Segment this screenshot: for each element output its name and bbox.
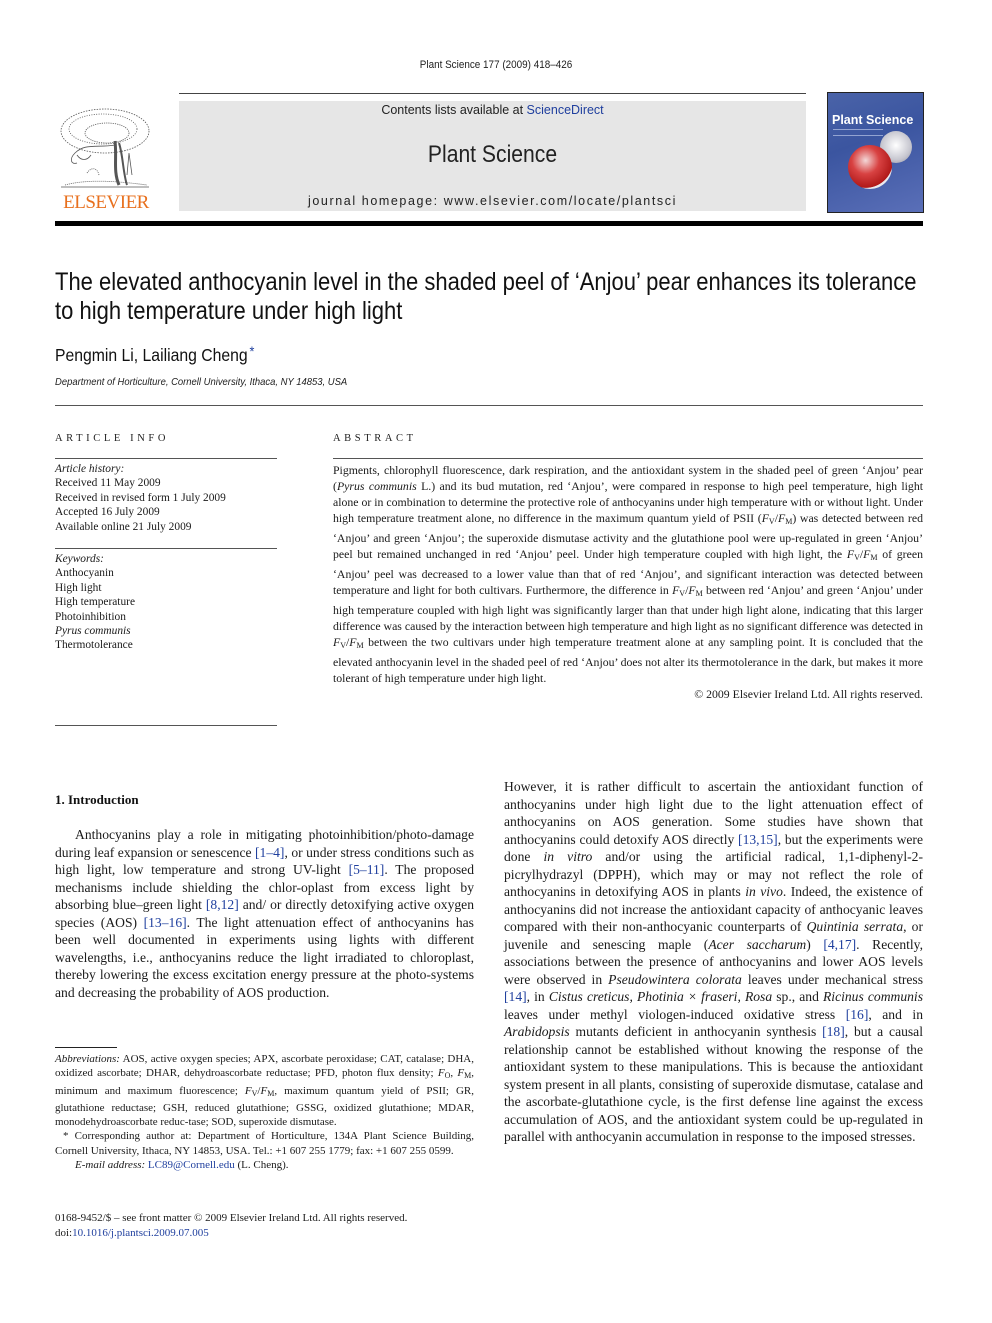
history-online: Available online 21 July 2009 xyxy=(55,520,192,533)
email-link[interactable]: LC89@Cornell.edu xyxy=(148,1159,235,1171)
history-revised: Received in revised form 1 July 2009 xyxy=(55,491,226,504)
citation-link[interactable]: [1–4] xyxy=(255,845,284,860)
issn-line: 0168-9452/$ – see front matter © 2009 El… xyxy=(55,1212,408,1224)
keyword: Thermotolerance xyxy=(55,639,133,652)
history-label: Article history: xyxy=(55,463,125,475)
cover-fruit-red xyxy=(848,145,892,189)
email-footnote: E-mail address: LC89@Cornell.edu (L. Che… xyxy=(75,1159,289,1172)
journal-name: Plant Science xyxy=(427,141,558,168)
doi-link[interactable]: 10.1016/j.plantsci.2009.07.005 xyxy=(72,1227,209,1239)
keyword: Pyrus communis xyxy=(55,625,131,638)
keywords: Keywords: Anthocyanin High light High te… xyxy=(55,552,277,653)
keyword: High temperature xyxy=(55,596,136,609)
keywords-rule xyxy=(55,548,277,549)
author-names: Pengmin Li, Lailiang Cheng xyxy=(55,345,248,365)
citation-link[interactable]: [18] xyxy=(822,1024,845,1039)
article-info-rule xyxy=(55,458,277,459)
citation-link[interactable]: [13,15] xyxy=(738,832,778,847)
keyword: Photoinhibition xyxy=(55,610,126,623)
keywords-label: Keywords: xyxy=(55,553,104,565)
authors: Pengmin Li, Lailiang Cheng * xyxy=(55,343,254,366)
sciencedirect-link[interactable]: ScienceDirect xyxy=(527,103,604,117)
intro-column-right: However, it is rather difficult to ascer… xyxy=(504,779,923,1144)
keyword: High light xyxy=(55,581,102,594)
section-heading-introduction: 1. Introduction xyxy=(55,792,139,807)
elsevier-wordmark: ELSEVIER xyxy=(63,192,149,213)
journal-homepage[interactable]: journal homepage: www.elsevier.com/locat… xyxy=(179,194,806,208)
keyword: Anthocyanin xyxy=(55,567,114,580)
abstract-heading: ABSTRACT xyxy=(333,433,417,444)
journal-cover-image[interactable]: Plant Science xyxy=(827,92,924,213)
citation-link[interactable]: [8,12] xyxy=(206,897,239,912)
intro-column-left: Anthocyanins play a role in mitigating p… xyxy=(55,827,474,1000)
running-head: Plant Science 177 (2009) 418–426 xyxy=(419,59,573,71)
affiliation-rule xyxy=(55,405,923,406)
header-rule xyxy=(179,93,806,94)
elsevier-tree-icon xyxy=(60,108,150,188)
citation-link[interactable]: [16] xyxy=(846,1007,869,1022)
cover-subtitle xyxy=(833,129,883,136)
history-received: Received 11 May 2009 xyxy=(55,477,161,490)
abstract-rule xyxy=(333,458,923,459)
citation-link[interactable]: [14] xyxy=(504,989,527,1004)
citation-link[interactable]: [5–11] xyxy=(349,862,385,877)
history-accepted: Accepted 16 July 2009 xyxy=(55,506,160,519)
footnotes: Abbreviations: AOS, active oxygen specie… xyxy=(55,1052,474,1172)
contents-line: Contents lists available at ScienceDirec… xyxy=(179,103,806,117)
article-history: Article history: Received 11 May 2009 Re… xyxy=(55,462,277,534)
article-info-heading: ARTICLE INFO xyxy=(55,433,170,444)
abstract-copyright: © 2009 Elsevier Ireland Ltd. All rights … xyxy=(694,687,923,701)
citation-link[interactable]: [4,17] xyxy=(823,937,856,952)
corresponding-author-marker[interactable]: * xyxy=(249,343,254,359)
corresponding-author-footnote: * Corresponding author at: Department of… xyxy=(55,1130,474,1157)
footnote-rule xyxy=(55,1047,117,1048)
cover-title: Plant Science xyxy=(832,113,914,127)
doi-line: doi:10.1016/j.plantsci.2009.07.005 xyxy=(55,1227,209,1239)
elsevier-logo[interactable]: ELSEVIER xyxy=(55,103,157,213)
contents-prefix: Contents lists available at xyxy=(381,103,527,117)
article-info-bottom-rule xyxy=(55,725,277,726)
header-thick-rule xyxy=(55,221,923,226)
journal-banner: Contents lists available at ScienceDirec… xyxy=(179,101,806,211)
abstract-text: Pigments, chlorophyll fluorescence, dark… xyxy=(333,463,924,701)
article-title: The elevated anthocyanin level in the sh… xyxy=(55,268,917,325)
abbreviations-footnote: Abbreviations: AOS, active oxygen specie… xyxy=(55,1053,475,1129)
citation-link[interactable]: [13–16] xyxy=(144,915,187,930)
front-matter: 0168-9452/$ – see front matter © 2009 El… xyxy=(55,1211,495,1241)
affiliation: Department of Horticulture, Cornell Univ… xyxy=(55,376,348,388)
